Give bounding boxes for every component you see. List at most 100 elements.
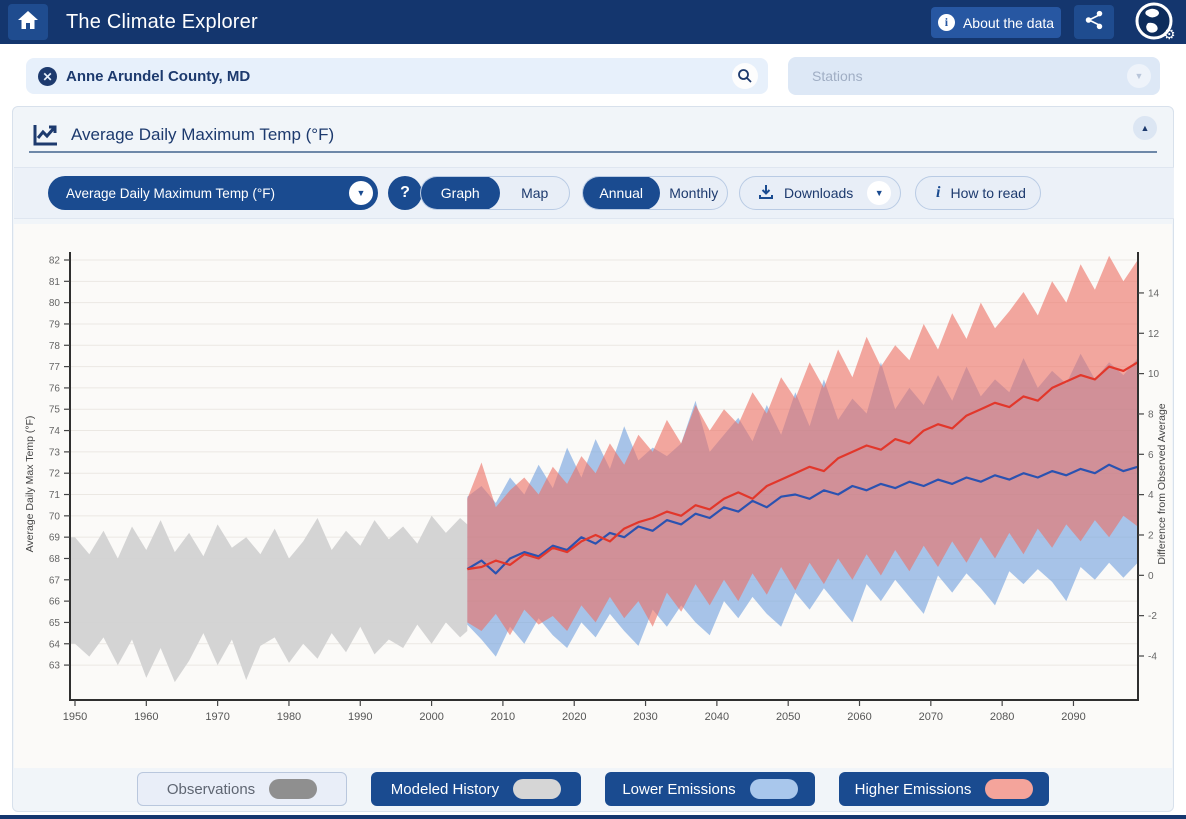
chart-text: 0 — [1148, 571, 1154, 582]
chart-text: 2 — [1148, 530, 1154, 541]
home-button[interactable] — [8, 4, 48, 40]
chart-text: 69 — [49, 533, 61, 544]
chart-text: 79 — [49, 319, 61, 330]
chart-text: 2040 — [705, 711, 729, 723]
climate-chart-canvas[interactable]: 6364656667686970717273747576777879808182… — [0, 222, 1186, 770]
chart-text: 2090 — [1061, 711, 1085, 723]
chart-text: 76 — [49, 383, 61, 394]
chart-text: 64 — [49, 639, 61, 650]
legend-higher-emissions-label: Higher Emissions — [855, 781, 972, 798]
chart-text: 68 — [49, 554, 61, 565]
chart-text: 63 — [49, 661, 61, 672]
chart-text: 80 — [49, 298, 61, 309]
chart-legend: Observations Modeled History Lower Emiss… — [137, 772, 1049, 806]
help-button[interactable]: ? — [388, 176, 422, 210]
chart-text: 8 — [1148, 409, 1154, 420]
chart-text: 4 — [1148, 490, 1154, 501]
chart-text: 65 — [49, 618, 61, 629]
info-icon: i — [938, 14, 955, 31]
tab-annual[interactable]: Annual — [582, 176, 660, 210]
view-toggle: Graph Map — [420, 176, 570, 210]
chart-text: 1950 — [63, 711, 87, 723]
app-title: The Climate Explorer — [66, 0, 258, 44]
how-to-read-button[interactable]: i How to read — [915, 176, 1041, 210]
variable-selector-dropdown[interactable]: Average Daily Maximum Temp (°F) ▼ — [48, 176, 378, 210]
chart-text: -2 — [1148, 611, 1157, 622]
chart-text: 78 — [49, 341, 61, 352]
chart-text: 12 — [1148, 329, 1160, 340]
chart-text: 73 — [49, 447, 61, 458]
chart-text: 2050 — [776, 711, 800, 723]
chart-text: 72 — [49, 469, 61, 480]
legend-modeled-history-button[interactable]: Modeled History — [371, 772, 581, 806]
chart-text: 2080 — [990, 711, 1014, 723]
stations-dropdown[interactable]: Stations ▼ — [788, 57, 1160, 95]
clear-location-icon[interactable]: ✕ — [38, 67, 57, 86]
globe-gear-logo[interactable]: ⚙ — [1130, 0, 1178, 47]
chevron-down-icon: ▼ — [349, 181, 373, 205]
legend-lower-emissions-button[interactable]: Lower Emissions — [605, 772, 815, 806]
footer-bar — [0, 815, 1186, 819]
chart-text: 66 — [49, 597, 61, 608]
chart-text: 1990 — [348, 711, 372, 723]
stations-placeholder: Stations — [812, 57, 863, 95]
period-toggle: Annual Monthly — [582, 176, 728, 210]
how-to-read-label: How to read — [950, 185, 1025, 201]
location-search-input[interactable]: ✕ Anne Arundel County, MD — [26, 58, 768, 94]
card-title: Average Daily Maximum Temp (°F) — [71, 119, 334, 151]
chart-text: 6 — [1148, 450, 1154, 461]
downloads-label: Downloads — [784, 185, 853, 201]
lower-emissions-swatch — [750, 779, 798, 799]
tab-graph[interactable]: Graph — [420, 176, 500, 210]
home-icon — [17, 10, 39, 35]
chart-text: 2030 — [633, 711, 657, 723]
legend-observations-label: Observations — [167, 781, 255, 798]
chart-text: 2070 — [919, 711, 943, 723]
chart-text: 81 — [49, 277, 61, 288]
tab-map[interactable]: Map — [500, 177, 569, 209]
chart-text: 1960 — [134, 711, 158, 723]
collapse-card-button[interactable]: ▲ — [1133, 116, 1157, 140]
location-value: Anne Arundel County, MD — [66, 58, 250, 94]
chart-text: Difference from Observed Average — [1156, 403, 1168, 564]
chart-text: 71 — [49, 490, 61, 501]
navbar: The Climate Explorer i About the data ⚙ — [0, 0, 1186, 44]
download-icon — [758, 184, 774, 203]
chart-text: -4 — [1148, 652, 1157, 663]
share-button[interactable] — [1074, 5, 1114, 39]
controls-row: Average Daily Maximum Temp (°F) ▼ ? Grap… — [14, 167, 1174, 219]
chart-text: 1970 — [205, 711, 229, 723]
chart-text: 1980 — [277, 711, 301, 723]
chart-text: 77 — [49, 362, 61, 373]
legend-higher-emissions-button[interactable]: Higher Emissions — [839, 772, 1049, 806]
line-chart-icon — [31, 121, 59, 149]
variable-selector-value: Average Daily Maximum Temp (°F) — [66, 186, 275, 201]
about-the-data-label: About the data — [963, 15, 1054, 31]
downloads-button[interactable]: Downloads ▼ — [739, 176, 901, 210]
gear-icon: ⚙ — [1163, 26, 1176, 42]
legend-modeled-history-label: Modeled History — [391, 781, 499, 798]
share-icon — [1083, 9, 1105, 36]
tab-monthly[interactable]: Monthly — [660, 177, 727, 209]
chart-text: 74 — [49, 426, 61, 437]
chart-text: Average Daily Max Temp (°F) — [24, 416, 36, 553]
chart-text: 2000 — [419, 711, 443, 723]
chart-text: 82 — [49, 256, 61, 267]
chevron-down-icon: ▼ — [867, 181, 891, 205]
search-icon[interactable] — [732, 63, 758, 89]
collapse-icon: ▲ — [1141, 123, 1150, 133]
chart-text: 2020 — [562, 711, 586, 723]
chart-text: 14 — [1148, 288, 1160, 299]
chart-text: 67 — [49, 575, 61, 586]
chart-text: 10 — [1148, 369, 1160, 380]
legend-lower-emissions-label: Lower Emissions — [622, 781, 735, 798]
card-divider — [29, 151, 1157, 153]
chart-text: 2010 — [491, 711, 515, 723]
chart-text: 2060 — [847, 711, 871, 723]
search-row: ✕ Anne Arundel County, MD Stations ▼ — [0, 44, 1186, 106]
about-the-data-button[interactable]: i About the data — [931, 7, 1061, 38]
chevron-down-icon: ▼ — [1127, 64, 1151, 88]
legend-observations-button[interactable]: Observations — [137, 772, 347, 806]
chart-text: 75 — [49, 405, 61, 416]
info-icon: i — [936, 184, 940, 202]
